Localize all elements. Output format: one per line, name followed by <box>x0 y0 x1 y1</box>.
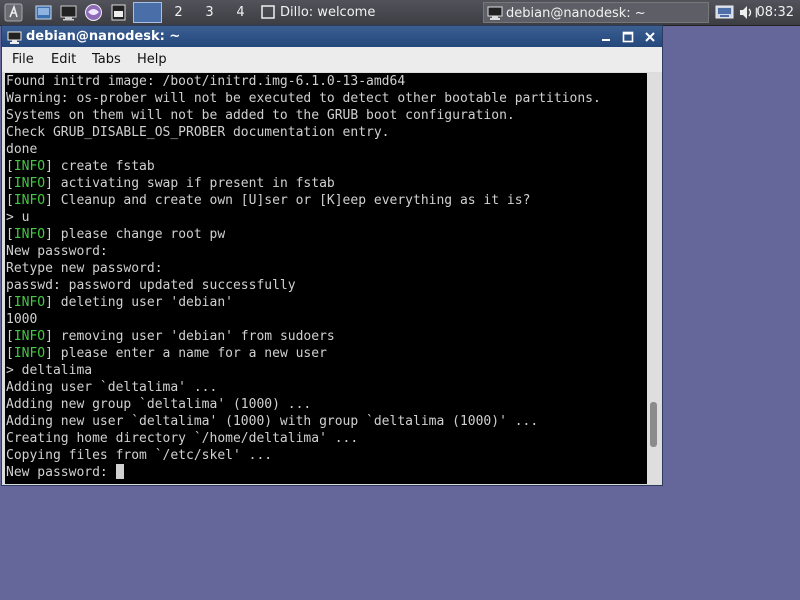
terminal-line-text: please enter a name for a new user <box>52 346 327 361</box>
window-icon <box>261 5 275 26</box>
terminal-line-text: > u <box>6 210 30 225</box>
terminal-line-text: Adding new group `deltalima' (1000) ... <box>6 397 312 412</box>
keyboard-icon[interactable] <box>714 2 735 23</box>
menu-edit[interactable]: Edit <box>51 47 76 72</box>
task-terminal[interactable]: debian@nanodesk: ~ <box>483 2 709 23</box>
maximize-button[interactable] <box>619 28 637 45</box>
terminal-line-text: Creating home directory `/home/deltalima… <box>6 431 359 446</box>
terminal-line: [INFO] deleting user 'debian' <box>6 295 233 310</box>
task-label: debian@nanodesk: ~ <box>506 6 646 21</box>
terminal-line: New password: <box>6 243 646 260</box>
menu-tabs[interactable]: Tabs <box>92 47 121 72</box>
terminal-line: Adding user `deltalima' ... <box>6 379 646 396</box>
scrollbar-thumb[interactable] <box>650 402 657 447</box>
volume-icon[interactable] <box>736 2 757 23</box>
task-dillo[interactable]: Dillo: welcome <box>258 2 480 23</box>
terminal-line-text: New password: <box>6 465 116 480</box>
terminal-output: Found initrd image: /boot/initrd.img-6.1… <box>6 73 646 481</box>
terminal-line: Copying files from `/etc/skel' ... <box>6 447 646 464</box>
terminal-line-text: create fstab <box>52 159 155 174</box>
menu-bar: File Edit Tabs Help <box>2 47 662 72</box>
terminal-line: Check GRUB_DISABLE_OS_PROBER documentati… <box>6 124 646 141</box>
terminal-line-text: removing user 'debian' from sudoers <box>52 329 335 344</box>
window-title: debian@nanodesk: ~ <box>26 29 181 44</box>
terminal-line-text: Copying files from `/etc/skel' ... <box>6 448 273 463</box>
info-tag: INFO <box>13 227 46 242</box>
terminal-line-text: Systems on them will not be added to the… <box>6 108 515 123</box>
browser-icon[interactable] <box>83 2 104 23</box>
terminal-line-text: Found initrd image: /boot/initrd.img-6.1… <box>6 74 406 89</box>
terminal-line: Warning: os-prober will not be executed … <box>6 90 646 107</box>
terminal-line: [INFO] create fstab <box>6 159 155 174</box>
terminal-window: debian@nanodesk: ~ File Edit Tabs Help F… <box>1 25 663 486</box>
terminal-line: [INFO] Cleanup and create own [U]ser or … <box>6 193 531 208</box>
scrollbar[interactable] <box>647 73 661 484</box>
terminal-line-text: Warning: os-prober will not be executed … <box>6 91 601 106</box>
info-tag: INFO <box>13 159 46 174</box>
editor-icon[interactable] <box>108 2 129 23</box>
terminal-line: Systems on them will not be added to the… <box>6 107 646 124</box>
menu-help[interactable]: Help <box>137 47 167 72</box>
terminal-area[interactable]: Found initrd image: /boot/initrd.img-6.1… <box>5 73 661 484</box>
terminal-icon[interactable] <box>58 2 79 23</box>
terminal-line: done <box>6 141 646 158</box>
terminal-line-text: deleting user 'debian' <box>52 295 233 310</box>
terminal-line-text: 1000 <box>6 312 38 327</box>
info-tag: INFO <box>13 295 46 310</box>
terminal-line: [INFO] removing user 'debian' from sudoe… <box>6 329 335 344</box>
desktop-icon[interactable] <box>33 2 54 23</box>
terminal-line: New password: <box>6 464 646 481</box>
terminal-line-text: Cleanup and create own [U]ser or [K]eep … <box>52 193 531 208</box>
terminal-line: 1000 <box>6 311 646 328</box>
info-tag: INFO <box>13 176 46 191</box>
minimize-button[interactable] <box>597 28 615 45</box>
terminal-line-text: Adding user `deltalima' ... <box>6 380 218 395</box>
terminal-line: [INFO] activating swap if present in fst… <box>6 176 335 191</box>
clock[interactable]: 08:32 <box>757 2 794 23</box>
maximize-icon <box>622 31 634 42</box>
terminal-line: Adding new user `deltalima' (1000) with … <box>6 413 646 430</box>
text-cursor <box>115 464 124 479</box>
minimize-icon <box>602 38 610 41</box>
menu-file[interactable]: File <box>12 47 34 72</box>
terminal-line-text: activating swap if present in fstab <box>52 176 335 191</box>
taskbar: 2 3 4 Dillo: welcome debian@nanodesk: ~ … <box>0 0 800 26</box>
terminal-line-text: Retype new password: <box>6 261 163 276</box>
info-tag: INFO <box>13 346 46 361</box>
terminal-line-text: New password: <box>6 244 108 259</box>
info-tag: INFO <box>13 193 46 208</box>
terminal-line: Adding new group `deltalima' (1000) ... <box>6 396 646 413</box>
workspace-1[interactable] <box>133 2 162 23</box>
terminal-line: Creating home directory `/home/deltalima… <box>6 430 646 447</box>
task-label: Dillo: welcome <box>280 5 376 20</box>
close-icon <box>645 31 655 42</box>
close-button[interactable] <box>641 28 659 45</box>
terminal-line-text: done <box>6 142 38 157</box>
terminal-line-text: > deltalima <box>6 363 93 378</box>
terminal-line: > u <box>6 209 646 226</box>
terminal-line-text: Adding new user `deltalima' (1000) with … <box>6 414 539 429</box>
terminal-line: [INFO] please change root pw <box>6 227 226 242</box>
workspace-3[interactable]: 3 <box>195 2 224 23</box>
info-tag: INFO <box>13 329 46 344</box>
title-bar[interactable]: debian@nanodesk: ~ <box>2 26 662 47</box>
menu-icon[interactable] <box>3 2 24 23</box>
workspace-4[interactable]: 4 <box>226 2 255 23</box>
terminal-line: Found initrd image: /boot/initrd.img-6.1… <box>6 73 646 90</box>
terminal-line-text: passwd: password updated successfully <box>6 278 296 293</box>
terminal-line-text: Check GRUB_DISABLE_OS_PROBER documentati… <box>6 125 390 140</box>
terminal-line: passwd: password updated successfully <box>6 277 646 294</box>
terminal-line-text: please change root pw <box>52 227 226 242</box>
terminal-line: > deltalima <box>6 362 646 379</box>
terminal-line: [INFO] please enter a name for a new use… <box>6 346 327 361</box>
workspace-2[interactable]: 2 <box>164 2 193 23</box>
terminal-line: Retype new password: <box>6 260 646 277</box>
